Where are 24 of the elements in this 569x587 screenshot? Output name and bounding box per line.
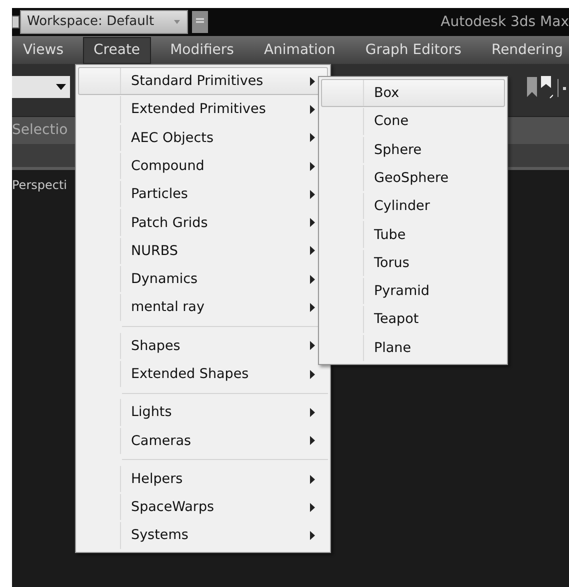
menu-item[interactable]: Torus [321, 248, 505, 278]
menu-item[interactable]: Helpers [78, 464, 328, 494]
menu-item[interactable]: Standard Primitives [78, 67, 328, 96]
menu-item[interactable]: Plane [321, 334, 505, 362]
menu-item[interactable]: Modifiers [159, 36, 245, 64]
menu-item[interactable]: Create [82, 36, 152, 64]
workspace-dropdown[interactable]: Workspace: Default [20, 10, 188, 34]
menu-item[interactable]: Tube [321, 220, 505, 249]
menu-item[interactable]: Animation [252, 36, 346, 64]
menu-item[interactable]: Cylinder [321, 192, 505, 220]
menu-item[interactable]: Rendering [480, 36, 569, 64]
menu-item[interactable]: Sphere [321, 136, 505, 164]
menu-item[interactable]: Cameras [78, 426, 328, 455]
menu-item[interactable]: Graph Editors [354, 36, 472, 64]
menu-item[interactable]: Systems [78, 521, 328, 550]
menu-item[interactable]: Box [321, 79, 505, 108]
menu-item[interactable]: Views [12, 36, 75, 64]
menu-item[interactable]: SpaceWarps [78, 493, 328, 522]
window-title: Autodesk 3ds Max [440, 12, 569, 32]
menu-item[interactable]: Pyramid [321, 277, 505, 306]
menu-item[interactable]: Cone [321, 107, 505, 136]
menu-item[interactable]: GeoSphere [321, 164, 505, 192]
menu-item[interactable]: Lights [78, 398, 328, 427]
menu-item[interactable]: Teapot [321, 305, 505, 334]
